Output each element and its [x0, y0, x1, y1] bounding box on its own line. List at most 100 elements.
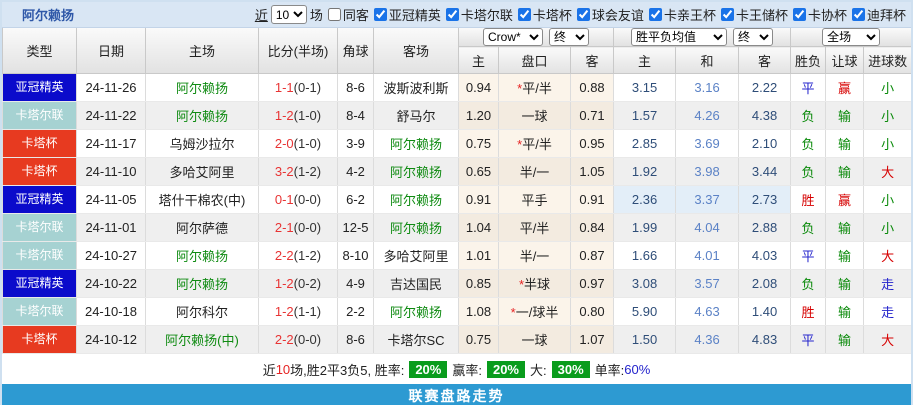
fulltime-score: 1-1: [275, 80, 294, 95]
col-date: 日期: [77, 28, 146, 74]
competition-filter[interactable]: 卡塔尔联: [441, 5, 513, 24]
euro-draw-odds-cell: 3.16: [676, 74, 739, 102]
scope-select[interactable]: 全场: [822, 28, 880, 46]
live-star-icon: *: [517, 137, 522, 152]
match-count-select[interactable]: 10: [271, 5, 307, 24]
fulltime-score: 1-2: [275, 108, 294, 123]
goals-result-cell: 大: [864, 242, 912, 270]
table-row: 卡塔杯24-11-10多哈艾阿里3-2(1-2)4-2阿尔赖扬0.65半/一1.…: [3, 158, 912, 186]
subcol-handicap: 盘口: [499, 47, 571, 74]
competition-checkbox[interactable]: [721, 8, 734, 21]
euro-avg-select[interactable]: 胜平负均值: [631, 28, 727, 46]
handicap-result-cell: 赢: [826, 74, 864, 102]
competition-filter[interactable]: 球会友谊: [572, 5, 644, 24]
score-cell: 2-2(0-0): [259, 326, 338, 354]
subcol-eu-away: 客: [739, 47, 791, 74]
home-team-cell: 多哈艾阿里: [146, 158, 259, 186]
euro-away-odds-cell: 4.38: [739, 102, 791, 130]
subcol-eu-draw: 和: [676, 47, 739, 74]
competition-checkbox[interactable]: [374, 8, 387, 21]
scope-group: 全场: [791, 28, 912, 47]
competition-checkbox[interactable]: [518, 8, 531, 21]
fulltime-score: 2-0: [275, 136, 294, 151]
euro-home-odds-cell: 1.50: [614, 326, 676, 354]
competition-checkbox[interactable]: [577, 8, 590, 21]
home-team-cell: 阿尔赖扬: [146, 102, 259, 130]
away-team-cell: 舒马尔: [374, 102, 459, 130]
recent-link[interactable]: 近: [255, 5, 268, 24]
halftime-score: (1-1): [294, 304, 321, 319]
summary-row: 近10场,胜2平3负5, 胜率:20%赢率:20%大:30%单率:60%: [2, 354, 911, 384]
competition-checkbox[interactable]: [446, 8, 459, 21]
score-cell: 2-2(1-2): [259, 242, 338, 270]
euro-odds-group: 胜平负均值 终: [614, 28, 791, 47]
score-cell: 1-2(1-1): [259, 298, 338, 326]
euro-away-odds-cell: 4.03: [739, 242, 791, 270]
table-row: 卡塔尔联24-10-27阿尔赖扬2-2(1-2)8-10多哈艾阿里1.01半/一…: [3, 242, 912, 270]
home-team-cell: 阿尔赖扬(中): [146, 326, 259, 354]
league-badge: 亚冠精英: [3, 270, 76, 297]
league-badge: 卡塔杯: [3, 326, 76, 353]
handicap-cell: 半/一: [499, 158, 571, 186]
bookmaker-select[interactable]: Crow*: [483, 28, 543, 46]
home-team-cell: 阿尔赖扬: [146, 242, 259, 270]
goals-result-cell: 小: [864, 74, 912, 102]
same-opponent-filter[interactable]: 同客: [323, 5, 369, 24]
win-rate-badge: 20%: [409, 361, 447, 378]
same-opponent-checkbox[interactable]: [328, 8, 341, 21]
competition-checkbox[interactable]: [649, 8, 662, 21]
single-rate-label: 单率:: [595, 360, 625, 379]
home-team-cell: 阿尔赖扬: [146, 270, 259, 298]
col-corners: 角球: [338, 28, 374, 74]
league-cell: 卡塔尔联: [3, 242, 77, 270]
goals-result-cell: 走: [864, 298, 912, 326]
competition-filter[interactable]: 亚冠精英: [369, 5, 441, 24]
handicap-cell: *平/半: [499, 74, 571, 102]
euro-final-select[interactable]: 终: [733, 28, 773, 46]
result-cell: 负: [791, 158, 826, 186]
date-cell: 24-11-26: [77, 74, 146, 102]
filter-bar: 近 10 场 同客 亚冠精英卡塔尔联卡塔杯球会友谊卡亲王杯卡王储杯卡协杯迪拜杯: [255, 5, 906, 24]
handicap-result-cell: 输: [826, 242, 864, 270]
goals-result-cell: 小: [864, 186, 912, 214]
competition-filter[interactable]: 卡亲王杯: [644, 5, 716, 24]
single-rate-value: 60%: [624, 362, 650, 377]
competition-filter[interactable]: 迪拜杯: [847, 5, 906, 24]
date-cell: 24-11-01: [77, 214, 146, 242]
euro-away-odds-cell: 4.83: [739, 326, 791, 354]
league-trend-bar[interactable]: 联赛盘路走势: [2, 384, 911, 405]
subcol-result: 胜负: [791, 47, 826, 74]
handicap-home-odds-cell: 0.75: [459, 326, 499, 354]
score-cell: 3-2(1-2): [259, 158, 338, 186]
competition-checkbox[interactable]: [793, 8, 806, 21]
competition-filter[interactable]: 卡王储杯: [716, 5, 788, 24]
euro-draw-odds-cell: 3.98: [676, 158, 739, 186]
crow-final-select[interactable]: 终: [549, 28, 589, 46]
same-opponent-label: 同客: [343, 5, 369, 24]
date-cell: 24-10-18: [77, 298, 146, 326]
corners-cell: 8-4: [338, 102, 374, 130]
result-cell: 平: [791, 326, 826, 354]
halftime-score: (0-0): [294, 192, 321, 207]
euro-away-odds-cell: 2.10: [739, 130, 791, 158]
competition-checkbox[interactable]: [852, 8, 865, 21]
euro-home-odds-cell: 3.15: [614, 74, 676, 102]
halftime-score: (0-0): [294, 332, 321, 347]
handicap-away-odds-cell: 0.95: [571, 130, 614, 158]
handicap-cell: *平/半: [499, 130, 571, 158]
handicap-away-odds-cell: 0.87: [571, 242, 614, 270]
competition-filter[interactable]: 卡协杯: [788, 5, 847, 24]
handicap-cell: 平手: [499, 186, 571, 214]
euro-draw-odds-cell: 4.63: [676, 298, 739, 326]
league-cell: 亚冠精英: [3, 74, 77, 102]
handicap-home-odds-cell: 1.01: [459, 242, 499, 270]
goals-result-cell: 大: [864, 158, 912, 186]
euro-draw-odds-cell: 3.37: [676, 186, 739, 214]
competition-filter[interactable]: 卡塔杯: [513, 5, 572, 24]
table-row: 亚冠精英24-11-26阿尔赖扬1-1(0-1)8-6波斯波利斯0.94*平/半…: [3, 74, 912, 102]
competition-label: 卡塔尔联: [461, 5, 513, 24]
euro-home-odds-cell: 1.92: [614, 158, 676, 186]
handicap-away-odds-cell: 0.84: [571, 214, 614, 242]
fulltime-score: 2-2: [275, 248, 294, 263]
halftime-score: (1-0): [294, 108, 321, 123]
